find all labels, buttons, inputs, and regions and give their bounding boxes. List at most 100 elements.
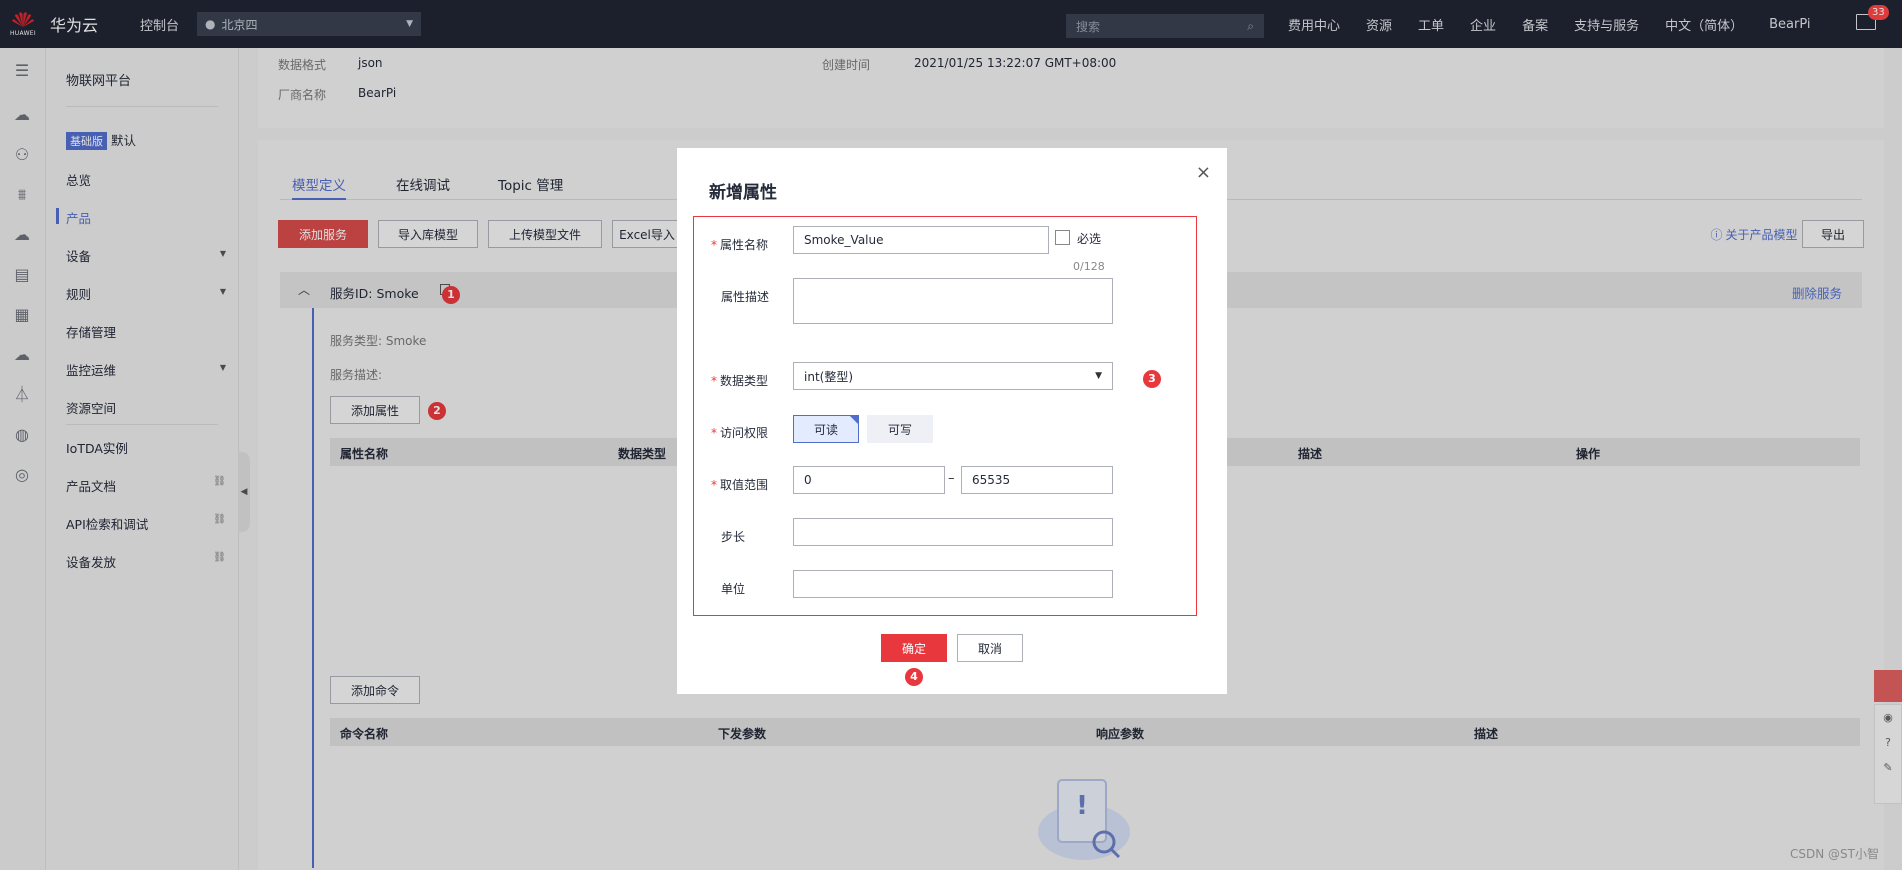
- tab-online-debug[interactable]: 在线调试: [396, 174, 450, 194]
- brand-name[interactable]: 华为云: [50, 12, 98, 36]
- range-min-input[interactable]: 0: [793, 466, 945, 494]
- add-property-button[interactable]: 添加属性: [330, 396, 420, 424]
- svg-text:!: !: [1076, 791, 1088, 821]
- confirm-button[interactable]: 确定: [881, 634, 947, 662]
- dialog-title: 新增属性: [709, 183, 777, 203]
- range-max-input[interactable]: 65535: [961, 466, 1113, 494]
- export-button[interactable]: 导出: [1802, 220, 1864, 248]
- sidebar-collapse-handle[interactable]: ◀: [238, 452, 250, 532]
- sidebar-divider: [66, 424, 218, 425]
- data-format-label: 数据格式: [278, 58, 327, 72]
- logo-wordmark: HUAWEI: [10, 30, 36, 37]
- sidebar-item-overview[interactable]: 总览: [66, 170, 226, 189]
- data-type-select[interactable]: int(整型) ▼: [793, 362, 1113, 390]
- search-icon[interactable]: ⌕: [1247, 19, 1254, 34]
- sidebar-title: 物联网平台: [66, 74, 132, 89]
- csdn-watermark: CSDN @ST小智: [1790, 847, 1879, 861]
- sidebar-item-product-docs[interactable]: 产品文档 ⛓: [66, 476, 226, 495]
- import-library-model-button[interactable]: 导入库模型: [378, 220, 478, 248]
- sidebar-item-rules[interactable]: 规则 ▼: [66, 284, 226, 303]
- storage-icon[interactable]: ▤: [11, 264, 33, 286]
- region-selector[interactable]: ● 北京四 ▼: [197, 12, 422, 36]
- cloud-service-icon[interactable]: ☁: [11, 344, 33, 366]
- top-link-user[interactable]: BearPi: [1769, 17, 1810, 32]
- vendor-value: BearPi: [358, 86, 397, 100]
- tab-topic-management[interactable]: Topic 管理: [498, 174, 563, 194]
- access-read-toggle[interactable]: 可读: [793, 415, 859, 443]
- vendor-label: 厂商名称: [278, 88, 327, 102]
- top-link-enterprise[interactable]: 企业: [1470, 15, 1496, 34]
- cluster-icon[interactable]: ⚇: [11, 144, 33, 166]
- search-placeholder: 搜索: [1076, 19, 1101, 34]
- access-label-text: 访问权限: [720, 426, 769, 440]
- sidebar-item-storage[interactable]: 存储管理: [66, 322, 226, 341]
- product-sidebar: 物联网平台 基础版 默认 总览 产品 设备 ▼ 规则 ▼ 存储管理 监控运维 ▼ 资源空…: [46, 48, 239, 870]
- gauge-icon[interactable]: ◎: [11, 464, 33, 486]
- sidebar-active-indicator: [56, 208, 59, 224]
- menu-icon[interactable]: ☰: [11, 60, 33, 82]
- feedback-float-button[interactable]: [1874, 670, 1902, 702]
- bridge-icon[interactable]: ⩩: [11, 184, 33, 206]
- cloud-db-icon[interactable]: ☁: [11, 224, 33, 246]
- top-link-resources[interactable]: 资源: [1366, 15, 1392, 34]
- column-header: 描述: [1298, 447, 1323, 461]
- add-property-dialog: 新增属性 × * 属性名称 Smoke_Value 必选 属性描述 0/128 *…: [677, 148, 1227, 694]
- unit-input[interactable]: [793, 570, 1113, 598]
- sidebar-item-products[interactable]: 产品: [66, 208, 226, 227]
- edition-tag: 基础版: [66, 132, 107, 150]
- top-link-billing[interactable]: 费用中心: [1288, 15, 1340, 34]
- service-type-label: 服务类型: Smoke: [330, 334, 427, 348]
- mail-count-badge: 33: [1868, 5, 1889, 20]
- edit-icon[interactable]: ✎: [1875, 755, 1901, 780]
- annotation-badge-2: 2: [428, 402, 446, 420]
- top-link-icp[interactable]: 备案: [1522, 15, 1548, 34]
- required-checkbox-label: 必选: [1077, 232, 1102, 246]
- globe-icon[interactable]: ◍: [11, 424, 33, 446]
- about-product-model-link[interactable]: ⓘ 关于产品模型: [1698, 220, 1810, 248]
- sidebar-item-monitoring[interactable]: 监控运维 ▼: [66, 360, 226, 379]
- empty-state-illustration: !: [1038, 779, 1130, 860]
- property-description-textarea[interactable]: [793, 278, 1113, 324]
- tab-model-definition[interactable]: 模型定义: [292, 174, 346, 200]
- sidebar-item-api-explorer[interactable]: API检索和调试 ⛓: [66, 514, 226, 533]
- cloud-icon[interactable]: ☁: [11, 104, 33, 126]
- excel-import-button[interactable]: Excel导入: [612, 220, 682, 248]
- sidebar-item-label: 设备: [66, 249, 92, 264]
- step-input[interactable]: [793, 518, 1113, 546]
- global-search-input[interactable]: 搜索 ⌕: [1066, 14, 1264, 38]
- tower-icon[interactable]: ⏃: [11, 384, 33, 406]
- close-icon[interactable]: ×: [1196, 162, 1211, 183]
- document-icon[interactable]: ▦: [11, 304, 33, 326]
- sidebar-item-iotda-instance[interactable]: IoTDA实例: [66, 438, 226, 457]
- help-icon[interactable]: ?: [1875, 730, 1901, 755]
- console-link[interactable]: 控制台: [140, 15, 179, 34]
- required-checkbox[interactable]: [1055, 230, 1070, 245]
- eye-icon[interactable]: ◉: [1875, 705, 1901, 730]
- add-service-button[interactable]: 添加服务: [278, 220, 368, 248]
- top-link-tickets[interactable]: 工单: [1418, 15, 1444, 34]
- instance-edition[interactable]: 基础版 默认: [66, 130, 226, 150]
- sidebar-item-device-provisioning[interactable]: 设备发放 ⛓: [66, 552, 226, 571]
- service-description-label: 服务描述:: [330, 368, 383, 382]
- access-write-toggle[interactable]: 可写: [867, 415, 933, 443]
- top-link-language[interactable]: 中文（简体）: [1665, 15, 1743, 34]
- upload-model-file-button[interactable]: 上传模型文件: [488, 220, 602, 248]
- sidebar-item-label: API检索和调试: [66, 517, 149, 532]
- sidebar-item-resource-space[interactable]: 资源空间: [66, 398, 226, 417]
- add-command-button[interactable]: 添加命令: [330, 676, 420, 704]
- sidebar-item-devices[interactable]: 设备 ▼: [66, 246, 226, 265]
- range-separator: –: [948, 471, 955, 486]
- property-name-input[interactable]: Smoke_Value: [793, 226, 1049, 254]
- huawei-logo[interactable]: HUAWEI: [0, 0, 46, 48]
- top-link-support[interactable]: 支持与服务: [1574, 15, 1639, 34]
- form-highlight-box: [693, 216, 1197, 616]
- sidebar-item-label: 产品文档: [66, 479, 117, 494]
- command-table-header: 命令名称 下发参数 响应参数 描述: [330, 718, 1860, 746]
- help-icon: ⓘ: [1710, 227, 1723, 242]
- cancel-button[interactable]: 取消: [957, 634, 1023, 662]
- value-range-label: * 取值范围: [711, 478, 769, 492]
- delete-service-link[interactable]: 删除服务: [1792, 283, 1842, 302]
- sidebar-item-label: 监控运维: [66, 363, 117, 378]
- sidebar-item-label: 规则: [66, 287, 92, 302]
- chevron-up-icon[interactable]: ︿: [298, 281, 310, 298]
